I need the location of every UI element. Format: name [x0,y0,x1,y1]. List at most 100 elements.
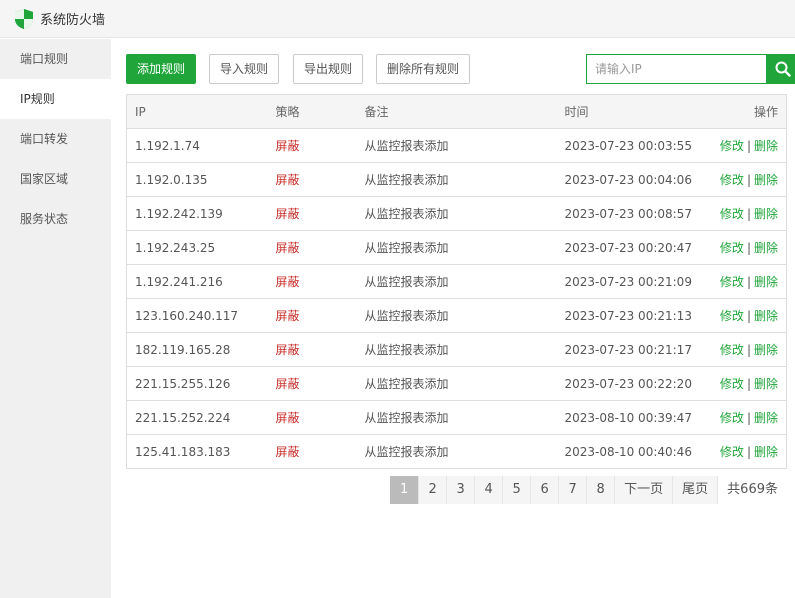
next-page-button[interactable]: 下一页 [614,476,673,504]
sidebar: 端口规则 IP规则 端口转发 国家区域 服务状态 [0,39,111,598]
cell-time: 2023-07-23 00:21:09 [564,264,703,299]
delete-link[interactable]: 删除 [754,241,778,255]
cell-note: 从监控报表添加 [364,366,565,401]
table-row: 221.15.252.224 屏蔽 从监控报表添加 2023-08-10 00:… [126,400,787,435]
delete-link[interactable]: 删除 [754,343,778,357]
column-header-time: 时间 [564,94,703,129]
divider: | [746,275,751,289]
table-row: 1.192.241.216 屏蔽 从监控报表添加 2023-07-23 00:2… [126,264,787,299]
cell-ip: 182.119.165.28 [126,332,276,367]
delete-link[interactable]: 删除 [754,411,778,425]
table-row: 1.192.243.25 屏蔽 从监控报表添加 2023-07-23 00:20… [126,230,787,265]
cell-note: 从监控报表添加 [364,400,565,435]
table-row: 1.192.1.74 屏蔽 从监控报表添加 2023-07-23 00:03:5… [126,128,787,163]
divider: | [746,241,751,255]
cell-operations: 修改 | 删除 [702,434,787,469]
edit-link[interactable]: 修改 [720,445,744,459]
divider: | [746,309,751,323]
search-box [586,54,795,84]
ip-rules-table: IP 策略 备注 时间 操作 1.192.1.74 屏蔽 从监控报表添加 202… [126,94,787,469]
page-button-6[interactable]: 6 [530,476,559,504]
table-header-row: IP 策略 备注 时间 操作 [126,94,787,129]
delete-link[interactable]: 删除 [754,377,778,391]
delete-link[interactable]: 删除 [754,173,778,187]
cell-note: 从监控报表添加 [364,298,565,333]
window-title: 系统防火墙 [40,13,106,28]
cell-ip: 1.192.0.135 [126,162,276,197]
column-header-operations: 操作 [702,94,787,129]
search-input[interactable] [586,54,767,84]
edit-link[interactable]: 修改 [720,309,744,323]
divider: | [746,343,751,357]
page-button-3[interactable]: 3 [446,476,475,504]
cell-note: 从监控报表添加 [364,230,565,265]
page-button-7[interactable]: 7 [558,476,587,504]
sidebar-item-country-region[interactable]: 国家区域 [0,159,111,199]
import-rules-button[interactable]: 导入规则 [209,54,279,84]
edit-link[interactable]: 修改 [720,139,744,153]
page-button-4[interactable]: 4 [474,476,503,504]
table-row: 221.15.255.126 屏蔽 从监控报表添加 2023-07-23 00:… [126,366,787,401]
edit-link[interactable]: 修改 [720,241,744,255]
table-row: 1.192.0.135 屏蔽 从监控报表添加 2023-07-23 00:04:… [126,162,787,197]
page-button-8[interactable]: 8 [586,476,615,504]
edit-link[interactable]: 修改 [720,275,744,289]
cell-time: 2023-07-23 00:04:06 [564,162,703,197]
cell-ip: 1.192.1.74 [126,128,276,163]
sidebar-item-port-forwarding[interactable]: 端口转发 [0,119,111,159]
search-button[interactable] [766,54,795,84]
cell-ip: 123.160.240.117 [126,298,276,333]
cell-note: 从监控报表添加 [364,128,565,163]
delete-link[interactable]: 删除 [754,139,778,153]
table-row: 1.192.242.139 屏蔽 从监控报表添加 2023-07-23 00:0… [126,196,787,231]
sidebar-item-port-rules[interactable]: 端口规则 [0,39,111,79]
cell-strategy: 屏蔽 [275,434,365,469]
total-count: 共669条 [717,476,787,504]
cell-ip: 221.15.255.126 [126,366,276,401]
cell-note: 从监控报表添加 [364,162,565,197]
last-page-button[interactable]: 尾页 [672,476,718,504]
sidebar-item-service-status[interactable]: 服务状态 [0,199,111,239]
cell-strategy: 屏蔽 [275,264,365,299]
page-button-1[interactable]: 1 [390,476,419,504]
delete-link[interactable]: 删除 [754,207,778,221]
cell-operations: 修改 | 删除 [702,366,787,401]
divider: | [746,377,751,391]
cell-operations: 修改 | 删除 [702,332,787,367]
edit-link[interactable]: 修改 [720,173,744,187]
cell-operations: 修改 | 删除 [702,196,787,231]
column-header-ip: IP [126,94,276,129]
edit-link[interactable]: 修改 [720,343,744,357]
search-icon [775,61,791,77]
cell-operations: 修改 | 删除 [702,230,787,265]
page-button-2[interactable]: 2 [418,476,447,504]
edit-link[interactable]: 修改 [720,377,744,391]
cell-note: 从监控报表添加 [364,264,565,299]
cell-strategy: 屏蔽 [275,298,365,333]
cell-time: 2023-07-23 00:03:55 [564,128,703,163]
divider: | [746,207,751,221]
delete-link[interactable]: 删除 [754,309,778,323]
cell-time: 2023-07-23 00:08:57 [564,196,703,231]
edit-link[interactable]: 修改 [720,411,744,425]
edit-link[interactable]: 修改 [720,207,744,221]
cell-ip: 1.192.241.216 [126,264,276,299]
column-header-strategy: 策略 [275,94,365,129]
cell-ip: 125.41.183.183 [126,434,276,469]
divider: | [746,173,751,187]
sidebar-item-ip-rules[interactable]: IP规则 [0,79,111,119]
cell-ip: 1.192.242.139 [126,196,276,231]
main-panel: 添加规则 导入规则 导出规则 删除所有规则 IP 策略 备注 时间 操作 [111,39,795,598]
shield-icon [15,8,33,29]
add-rule-button[interactable]: 添加规则 [126,54,196,84]
cell-operations: 修改 | 删除 [702,264,787,299]
table-row: 182.119.165.28 屏蔽 从监控报表添加 2023-07-23 00:… [126,332,787,367]
delete-all-rules-button[interactable]: 删除所有规则 [376,54,470,84]
cell-strategy: 屏蔽 [275,162,365,197]
export-rules-button[interactable]: 导出规则 [293,54,363,84]
delete-link[interactable]: 删除 [754,445,778,459]
page-button-5[interactable]: 5 [502,476,531,504]
delete-link[interactable]: 删除 [754,275,778,289]
cell-note: 从监控报表添加 [364,434,565,469]
cell-note: 从监控报表添加 [364,332,565,367]
